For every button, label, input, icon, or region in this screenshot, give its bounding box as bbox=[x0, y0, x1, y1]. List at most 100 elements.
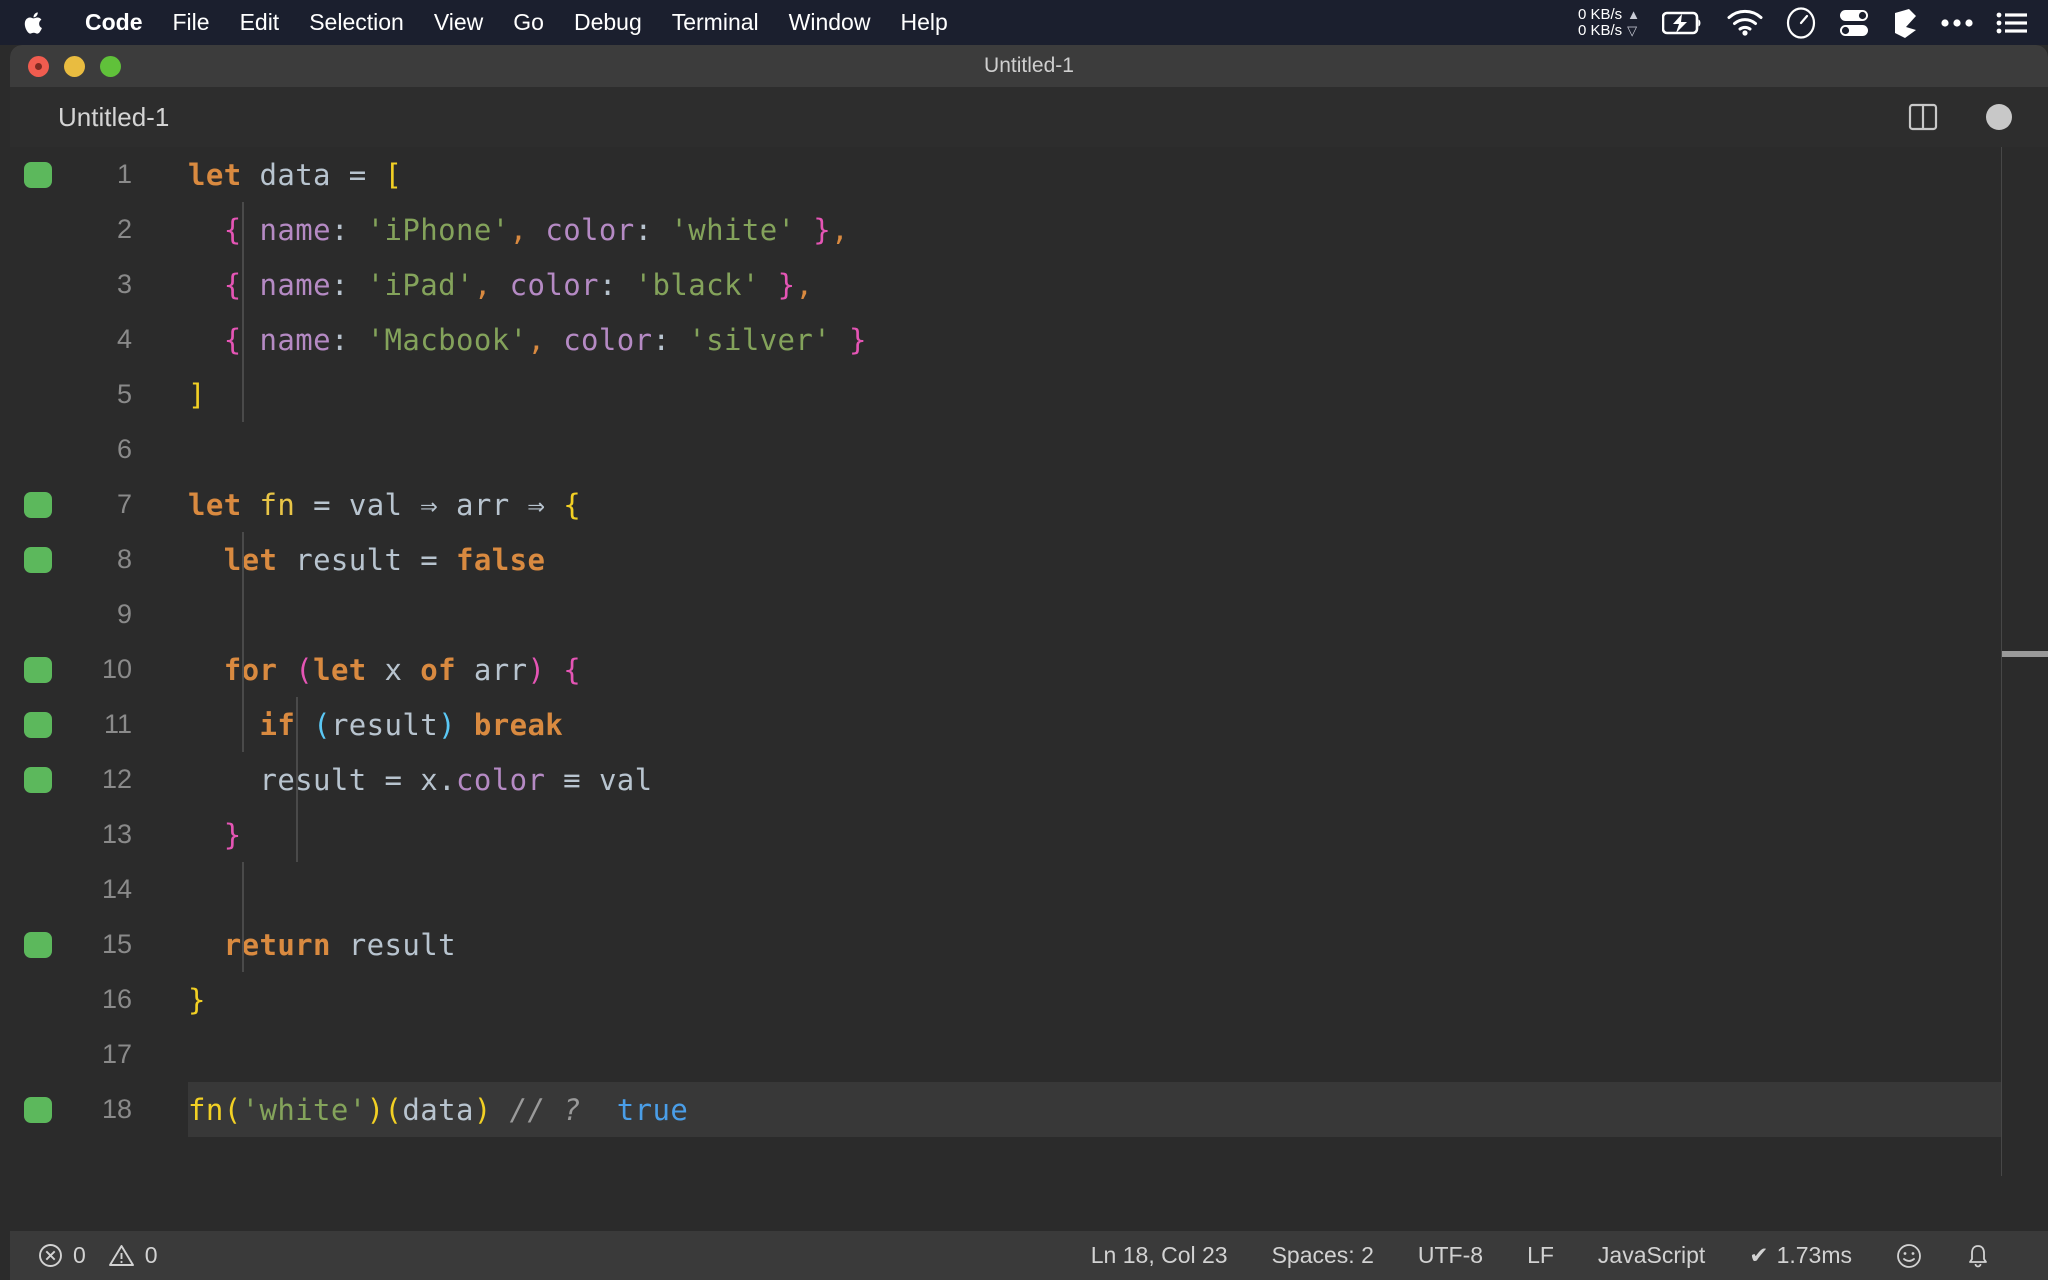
token: 'iPhone' bbox=[367, 213, 510, 247]
wifi-icon[interactable] bbox=[1726, 9, 1764, 36]
coverage-indicator bbox=[24, 712, 52, 738]
code-line[interactable]: 4 { name: 'Macbook', color: 'silver' } bbox=[10, 312, 2048, 367]
token: result bbox=[259, 763, 366, 797]
token bbox=[402, 763, 420, 797]
token: result bbox=[349, 928, 456, 962]
unsaved-changes-dot[interactable] bbox=[1986, 104, 2012, 130]
network-speed-indicator[interactable]: 0 KB/s 0 KB/s ▲ ▽ bbox=[1578, 7, 1640, 39]
token: x bbox=[420, 763, 438, 797]
token: data bbox=[402, 1093, 473, 1127]
clock-gauge-icon[interactable] bbox=[1786, 7, 1816, 39]
shape-badge-icon[interactable] bbox=[1892, 7, 1918, 39]
split-editor-icon[interactable] bbox=[1908, 102, 1938, 132]
token bbox=[617, 268, 635, 302]
line-content: } bbox=[188, 983, 206, 1017]
token: , bbox=[474, 268, 492, 302]
code-line[interactable]: 17 bbox=[10, 1027, 2048, 1082]
token: color bbox=[545, 213, 634, 247]
token: 'white' bbox=[242, 1093, 367, 1127]
code-line[interactable]: 8 let result = false bbox=[10, 532, 2048, 587]
menu-item-terminal[interactable]: Terminal bbox=[657, 0, 774, 45]
line-number: 11 bbox=[70, 709, 132, 740]
token: ( bbox=[385, 1093, 403, 1127]
menu-item-window[interactable]: Window bbox=[774, 0, 886, 45]
code-line[interactable]: 18fn('white')(data) // ? true bbox=[10, 1082, 2048, 1137]
token bbox=[331, 488, 349, 522]
tab-untitled-1[interactable]: Untitled-1 bbox=[58, 102, 169, 133]
line-ending-setting[interactable]: LF bbox=[1505, 1242, 1576, 1269]
code-line[interactable]: 12 result = x.color ≡ val bbox=[10, 752, 2048, 807]
code-line[interactable]: 11 if (result) break bbox=[10, 697, 2048, 752]
token: : bbox=[599, 268, 617, 302]
menu-item-file[interactable]: File bbox=[158, 0, 225, 45]
token: fn bbox=[188, 1093, 224, 1127]
token bbox=[760, 268, 778, 302]
line-number: 13 bbox=[70, 819, 132, 850]
code-line[interactable]: 16} bbox=[10, 972, 2048, 1027]
indent-guide bbox=[242, 532, 244, 752]
line-content: fn('white')(data) // ? true bbox=[188, 1093, 688, 1127]
token bbox=[402, 543, 420, 577]
token bbox=[188, 323, 224, 357]
ellipsis-icon[interactable] bbox=[1940, 17, 1974, 29]
code-line[interactable]: 13 } bbox=[10, 807, 2048, 862]
code-line[interactable]: 7let fn = val ⇒ arr ⇒ { bbox=[10, 477, 2048, 532]
check-icon: ✔ bbox=[1749, 1242, 1768, 1269]
token: color bbox=[456, 763, 545, 797]
token bbox=[831, 323, 849, 357]
token: [ bbox=[385, 158, 403, 192]
code-line[interactable]: 10 for (let x of arr) { bbox=[10, 642, 2048, 697]
menu-item-selection[interactable]: Selection bbox=[294, 0, 419, 45]
encoding-setting[interactable]: UTF-8 bbox=[1396, 1242, 1505, 1269]
menu-item-view[interactable]: View bbox=[419, 0, 498, 45]
network-upload-speed: 0 KB/s bbox=[1578, 7, 1622, 23]
feedback-smiley-icon[interactable] bbox=[1874, 1243, 1944, 1269]
token: } bbox=[188, 983, 206, 1017]
toggle-switches-icon[interactable] bbox=[1838, 7, 1870, 39]
code-line[interactable]: 2 { name: 'iPhone', color: 'white' }, bbox=[10, 202, 2048, 257]
token: fn bbox=[259, 488, 295, 522]
run-status[interactable]: ✔ 1.73ms bbox=[1727, 1242, 1874, 1269]
menu-item-code[interactable]: Code bbox=[70, 0, 158, 45]
editor-actions bbox=[1908, 102, 2012, 132]
code-line[interactable]: 3 { name: 'iPad', color: 'black' }, bbox=[10, 257, 2048, 312]
token: : bbox=[331, 213, 349, 247]
token: : bbox=[653, 323, 671, 357]
code-line[interactable]: 14 bbox=[10, 862, 2048, 917]
token bbox=[349, 323, 367, 357]
token: true bbox=[617, 1093, 688, 1127]
token: ) bbox=[438, 708, 456, 742]
token bbox=[653, 213, 671, 247]
code-editor[interactable]: 1let data = [2 { name: 'iPhone', color: … bbox=[10, 147, 2048, 1176]
token bbox=[188, 928, 224, 962]
cursor-position[interactable]: Ln 18, Col 23 bbox=[1069, 1242, 1250, 1269]
menu-item-edit[interactable]: Edit bbox=[225, 0, 295, 45]
token: } bbox=[813, 213, 831, 247]
indentation-setting[interactable]: Spaces: 2 bbox=[1250, 1242, 1396, 1269]
token bbox=[349, 268, 367, 302]
menu-item-help[interactable]: Help bbox=[885, 0, 962, 45]
apple-logo-icon[interactable] bbox=[22, 8, 46, 38]
code-line[interactable]: 6 bbox=[10, 422, 2048, 477]
code-line[interactable]: 15 return result bbox=[10, 917, 2048, 972]
line-number: 15 bbox=[70, 929, 132, 960]
code-line[interactable]: 1let data = [ bbox=[10, 147, 2048, 202]
menu-item-debug[interactable]: Debug bbox=[559, 0, 657, 45]
menu-item-go[interactable]: Go bbox=[498, 0, 559, 45]
battery-charging-icon[interactable] bbox=[1662, 10, 1704, 36]
list-menu-icon[interactable] bbox=[1996, 11, 2028, 35]
token bbox=[456, 708, 474, 742]
token: ( bbox=[295, 653, 313, 687]
window-titlebar: Untitled-1 bbox=[10, 45, 2048, 87]
screen: CodeFileEditSelectionViewGoDebugTerminal… bbox=[0, 0, 2048, 1280]
line-number: 14 bbox=[70, 874, 132, 905]
notifications-bell-icon[interactable] bbox=[1944, 1243, 2012, 1269]
token bbox=[545, 653, 563, 687]
code-line[interactable]: 5] bbox=[10, 367, 2048, 422]
token: ] bbox=[188, 378, 206, 412]
status-problems[interactable]: 0 0 bbox=[10, 1242, 158, 1269]
editor-minimap-scrollbar[interactable] bbox=[2001, 147, 2048, 1176]
coverage-indicator bbox=[24, 492, 52, 518]
code-line[interactable]: 9 bbox=[10, 587, 2048, 642]
language-mode[interactable]: JavaScript bbox=[1576, 1242, 1727, 1269]
